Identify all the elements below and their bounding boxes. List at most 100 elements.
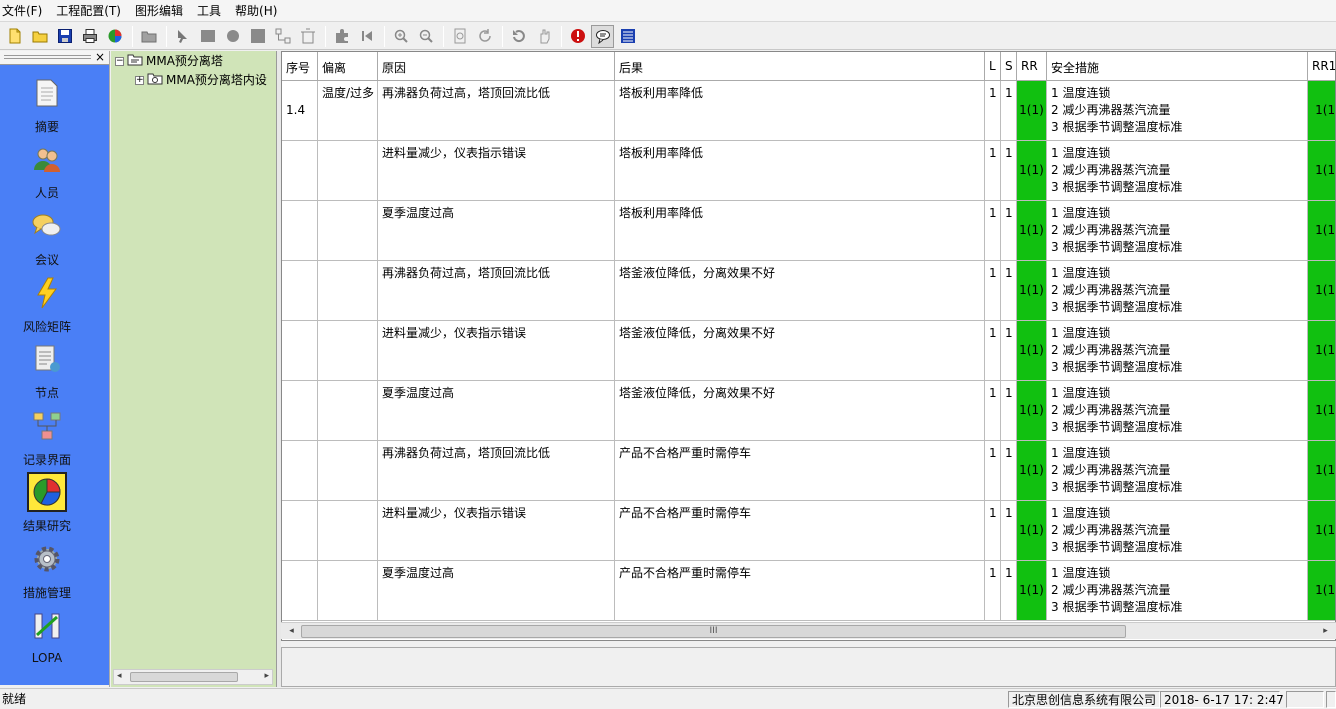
rectangle-icon[interactable]	[196, 25, 219, 48]
consequence-cell[interactable]: 塔板利用率降低	[615, 141, 985, 201]
s-cell[interactable]: 1	[1001, 201, 1017, 261]
consequence-cell[interactable]: 产品不合格严重时需停车	[615, 501, 985, 561]
hand-icon[interactable]	[532, 25, 555, 48]
s-cell[interactable]: 1	[1001, 321, 1017, 381]
safety-measures-cell[interactable]: 1 温度连锁 2 减少再沸器蒸汽流量 3 根据季节调整温度标准	[1047, 321, 1308, 381]
pie-chart-icon[interactable]	[103, 25, 126, 48]
column-safety-measures-header[interactable]: 安全措施	[1047, 52, 1308, 81]
first-page-icon[interactable]	[355, 25, 378, 48]
scroll-right-arrow[interactable]: ▸	[1317, 623, 1334, 640]
risk-rank-cell[interactable]: 1(1)	[1017, 441, 1047, 501]
column-cause-header[interactable]: 原因	[378, 52, 615, 81]
risk-rank-cell[interactable]: 1(1)	[1017, 141, 1047, 201]
consequence-cell[interactable]: 塔釜液位降低，分离效果不好	[615, 321, 985, 381]
cause-cell[interactable]: 再沸器负荷过高，塔顶回流比低	[378, 81, 615, 141]
consequence-cell[interactable]: 塔釜液位降低，分离效果不好	[615, 381, 985, 441]
consequence-cell[interactable]: 产品不合格严重时需停车	[615, 561, 985, 621]
undo-icon[interactable]	[507, 25, 530, 48]
deviation-cell[interactable]	[318, 261, 378, 321]
seq-cell[interactable]	[282, 321, 318, 381]
cause-cell[interactable]: 再沸器负荷过高，塔顶回流比低	[378, 441, 615, 501]
l-cell[interactable]: 1	[985, 201, 1001, 261]
expand-icon[interactable]: +	[135, 76, 144, 85]
residual-risk-cell[interactable]: 1(1)	[1308, 381, 1335, 441]
residual-risk-cell[interactable]: 1(1)	[1308, 201, 1335, 261]
residual-risk-cell[interactable]: 1(1)	[1308, 81, 1335, 141]
risk-rank-cell[interactable]: 1(1)	[1017, 321, 1047, 381]
cause-cell[interactable]: 进料量减少，仪表指示错误	[378, 141, 615, 201]
menu-file[interactable]: 文件(F)	[0, 0, 49, 22]
residual-risk-cell[interactable]: 1(1)	[1308, 141, 1335, 201]
l-cell[interactable]: 1	[985, 321, 1001, 381]
consequence-cell[interactable]: 塔板利用率降低	[615, 81, 985, 141]
s-cell[interactable]: 1	[1001, 561, 1017, 621]
fit-page-icon[interactable]	[448, 25, 471, 48]
delete-icon[interactable]	[296, 25, 319, 48]
zoom-in-icon[interactable]	[389, 25, 412, 48]
risk-rank-cell[interactable]: 1(1)	[1017, 381, 1047, 441]
comment-icon[interactable]	[591, 24, 614, 48]
nav-item-meeting[interactable]: 会议	[0, 206, 94, 268]
seq-cell[interactable]	[282, 441, 318, 501]
cause-cell[interactable]: 再沸器负荷过高，塔顶回流比低	[378, 261, 615, 321]
cause-cell[interactable]: 进料量减少，仪表指示错误	[378, 501, 615, 561]
residual-risk-cell[interactable]: 1(1)	[1308, 501, 1335, 561]
risk-rank-cell[interactable]: 1(1)	[1017, 561, 1047, 621]
scroll-left-arrow[interactable]: ◂	[117, 671, 122, 681]
s-cell[interactable]: 1	[1001, 261, 1017, 321]
column-s-header[interactable]: S	[1001, 52, 1017, 81]
panel-grip[interactable]	[4, 55, 91, 59]
risk-rank-cell[interactable]: 1(1)	[1017, 201, 1047, 261]
deviation-cell[interactable]	[318, 501, 378, 561]
scroll-thumb[interactable]	[130, 672, 238, 682]
seq-cell[interactable]	[282, 141, 318, 201]
column-seq-header[interactable]: 序号	[282, 52, 318, 81]
safety-measures-cell[interactable]: 1 温度连锁 2 减少再沸器蒸汽流量 3 根据季节调整温度标准	[1047, 441, 1308, 501]
menu-tools[interactable]: 工具	[190, 0, 228, 22]
nav-item-measure-management[interactable]: 措施管理	[0, 539, 94, 601]
deviation-cell[interactable]	[318, 561, 378, 621]
square-icon[interactable]	[246, 25, 269, 48]
risk-rank-cell[interactable]: 1(1)	[1017, 261, 1047, 321]
l-cell[interactable]: 1	[985, 81, 1001, 141]
new-file-icon[interactable]	[3, 25, 26, 48]
scroll-left-arrow[interactable]: ◂	[283, 623, 300, 640]
column-l-header[interactable]: L	[985, 52, 1001, 81]
safety-measures-cell[interactable]: 1 温度连锁 2 减少再沸器蒸汽流量 3 根据季节调整温度标准	[1047, 201, 1308, 261]
s-cell[interactable]: 1	[1001, 141, 1017, 201]
l-cell[interactable]: 1	[985, 261, 1001, 321]
puzzle-icon[interactable]	[330, 25, 353, 48]
nav-item-result-study[interactable]: 结果研究	[0, 472, 94, 534]
menu-project-config[interactable]: 工程配置(T)	[49, 0, 128, 22]
deviation-cell[interactable]	[318, 201, 378, 261]
safety-measures-cell[interactable]: 1 温度连锁 2 减少再沸器蒸汽流量 3 根据季节调整温度标准	[1047, 381, 1308, 441]
tree-node-root[interactable]: − MMA预分离塔	[115, 52, 223, 70]
column-deviation-header[interactable]: 偏离	[318, 52, 378, 81]
scroll-right-arrow[interactable]: ▸	[264, 671, 269, 681]
nav-item-personnel[interactable]: 人员	[0, 139, 94, 201]
save-icon[interactable]	[53, 25, 76, 48]
nav-item-record-interface[interactable]: 记录界面	[0, 406, 94, 468]
deviation-cell[interactable]	[318, 141, 378, 201]
residual-risk-cell[interactable]: 1(1)	[1308, 561, 1335, 621]
s-cell[interactable]: 1	[1001, 381, 1017, 441]
deviation-cell[interactable]	[318, 441, 378, 501]
safety-measures-cell[interactable]: 1 温度连锁 2 减少再沸器蒸汽流量 3 根据季节调整温度标准	[1047, 141, 1308, 201]
l-cell[interactable]: 1	[985, 501, 1001, 561]
cause-cell[interactable]: 进料量减少，仪表指示错误	[378, 321, 615, 381]
scroll-thumb[interactable]: III	[301, 625, 1126, 638]
residual-risk-cell[interactable]: 1(1)	[1308, 321, 1335, 381]
consequence-cell[interactable]: 塔板利用率降低	[615, 201, 985, 261]
folder-gray-icon[interactable]	[137, 25, 160, 48]
consequence-cell[interactable]: 塔釜液位降低，分离效果不好	[615, 261, 985, 321]
circle-icon[interactable]	[221, 25, 244, 48]
seq-cell[interactable]	[282, 561, 318, 621]
safety-measures-cell[interactable]: 1 温度连锁 2 减少再沸器蒸汽流量 3 根据季节调整温度标准	[1047, 81, 1308, 141]
cause-cell[interactable]: 夏季温度过高	[378, 381, 615, 441]
deviation-cell[interactable]	[318, 321, 378, 381]
open-folder-icon[interactable]	[28, 25, 51, 48]
menu-graphic-edit[interactable]: 图形编辑	[128, 0, 190, 22]
cause-cell[interactable]: 夏季温度过高	[378, 201, 615, 261]
arrow-pointer-icon[interactable]	[171, 25, 194, 48]
alert-icon[interactable]	[566, 25, 589, 48]
